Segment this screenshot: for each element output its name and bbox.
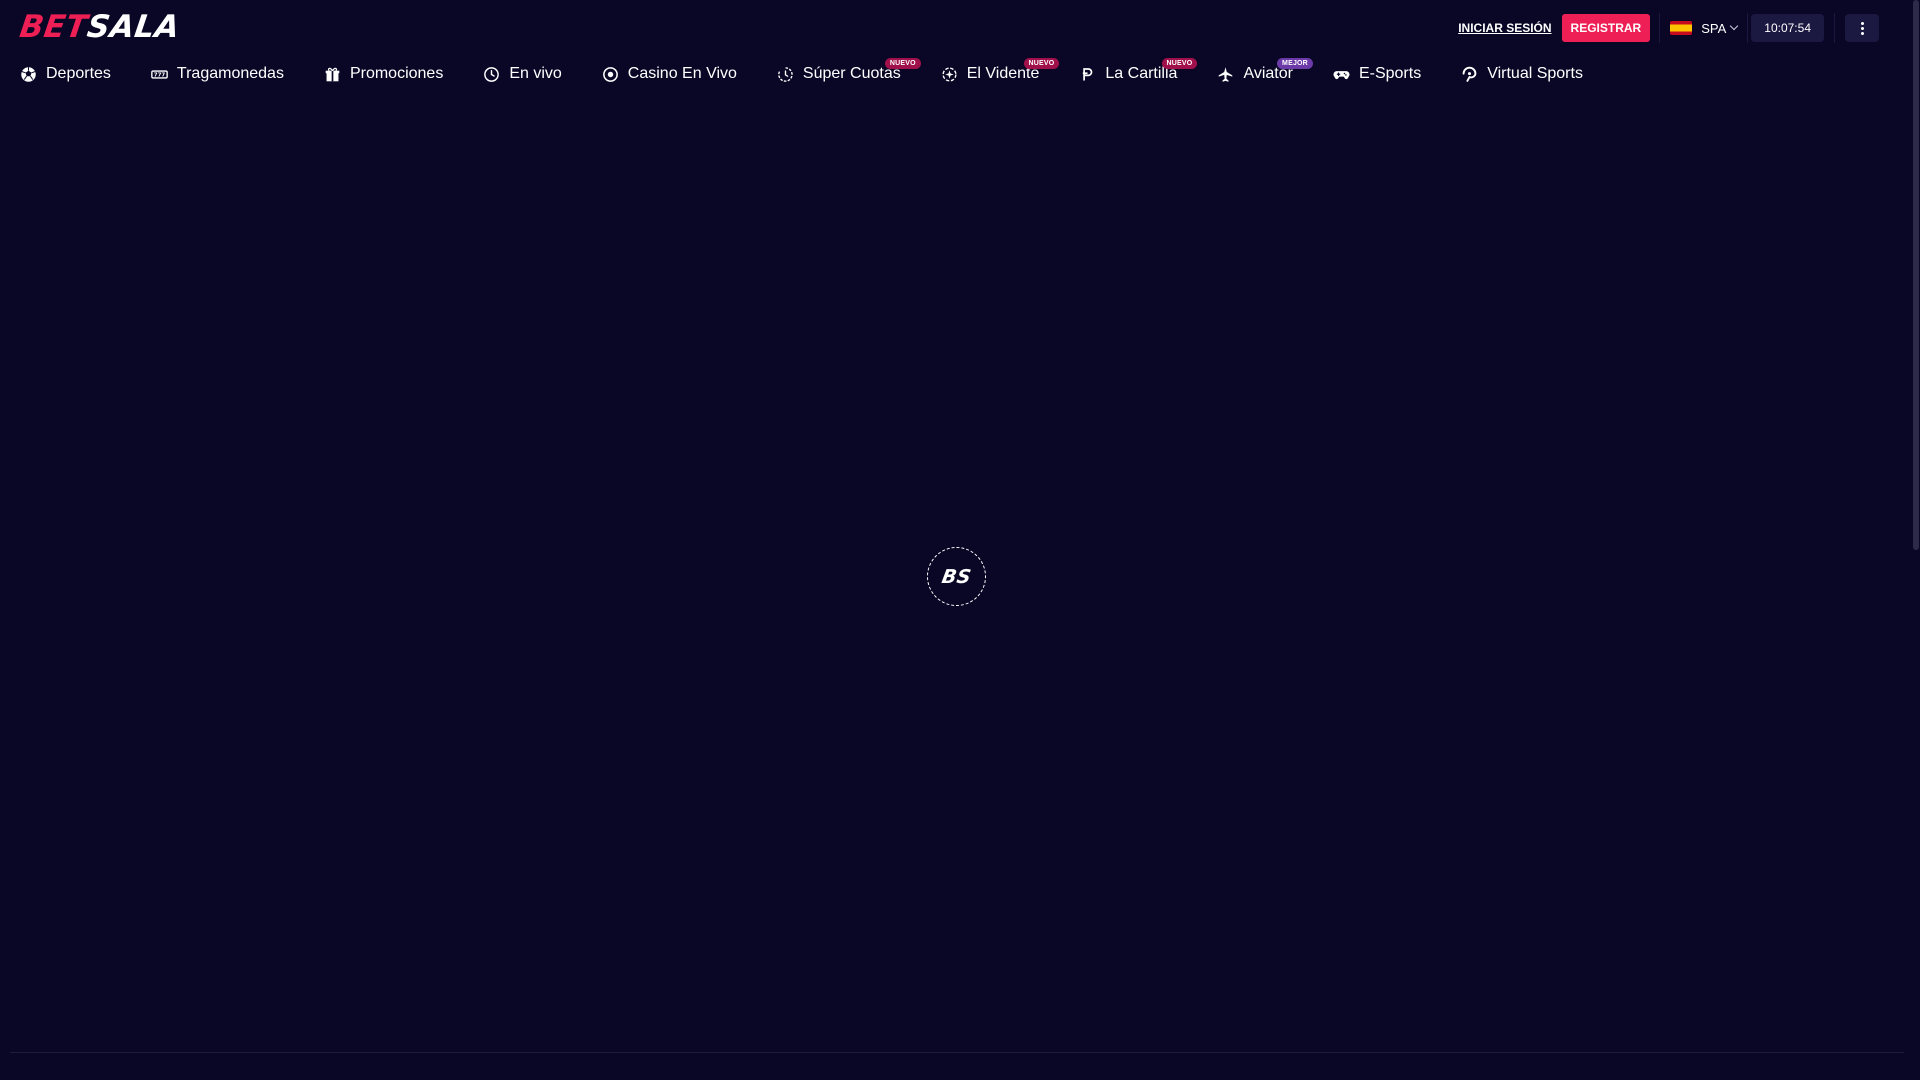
nav-item-en-vivo[interactable]: En vivo: [483, 58, 562, 90]
nav-label: E-Sports: [1358, 65, 1422, 82]
slot-machine-icon: 777: [151, 69, 168, 78]
page-scrollbar[interactable]: [1912, 0, 1920, 1080]
logo-part-bet: BET: [17, 9, 90, 45]
new-badge: NUEVO: [1161, 58, 1198, 69]
nav-item-casino-en-vivo[interactable]: Casino En Vivo: [602, 58, 737, 90]
chevron-down-icon: [1730, 21, 1739, 31]
best-badge: MEJOR: [1277, 58, 1313, 69]
nav-label: Deportes: [46, 65, 111, 82]
page: BETSALA INICIAR SESIÓN REGISTRAR SPA 10:…: [0, 0, 1920, 1080]
nav-item-super-cuotas[interactable]: Súper Cuotas NUEVO: [777, 58, 921, 90]
nav-label: Virtual Sports: [1487, 65, 1583, 82]
nav-item-aviator[interactable]: Aviator MEJOR: [1217, 58, 1313, 90]
clock-icon: [484, 66, 500, 82]
nav-item-tragamonedas[interactable]: 777 Tragamonedas: [151, 58, 284, 90]
language-code: SPA: [1701, 20, 1727, 36]
loading-spinner: BS: [927, 547, 986, 606]
new-badge: NUEVO: [884, 58, 921, 69]
gamepad-icon: [1333, 70, 1350, 79]
airplane-icon: [1219, 66, 1233, 82]
loader-logo-text: BS: [939, 565, 974, 588]
logo-part-sala: SALA: [84, 9, 183, 45]
new-badge: NUEVO: [1023, 58, 1060, 69]
nav-item-deportes[interactable]: Deportes: [20, 58, 111, 90]
clock-display: 10:07:54: [1751, 14, 1824, 42]
nav-item-el-vidente[interactable]: El Vidente NUEVO: [941, 58, 1060, 90]
casino-chip-icon: [602, 66, 618, 82]
language-selector[interactable]: SPA: [1660, 13, 1747, 43]
gift-icon: [325, 67, 340, 81]
soccer-ball-icon: [21, 66, 36, 82]
main-nav: Deportes 777 Tragamonedas Promociones En…: [0, 58, 1623, 90]
more-menu-button[interactable]: [1845, 14, 1879, 42]
header-divider: [1834, 13, 1835, 43]
header-divider: [1747, 13, 1749, 43]
kebab-menu-icon: [1860, 21, 1864, 35]
nav-label: Casino En Vivo: [627, 65, 737, 82]
spain-flag-icon: [1670, 21, 1693, 35]
scrollbar-thumb[interactable]: [1913, 0, 1919, 550]
nav-item-e-sports[interactable]: E-Sports: [1333, 58, 1421, 90]
crystal-ball-icon: [942, 66, 957, 82]
login-link[interactable]: INICIAR SESIÓN: [1458, 21, 1551, 35]
register-button[interactable]: REGISTRAR: [1561, 14, 1651, 42]
header: BETSALA INICIAR SESIÓN REGISTRAR SPA 10:…: [0, 0, 1900, 56]
nav-item-la-cartilla[interactable]: La Cartilla NUEVO: [1079, 58, 1198, 90]
betsala-logo[interactable]: BETSALA: [17, 9, 223, 45]
nav-label: Promociones: [349, 65, 444, 82]
footer-divider: [10, 1052, 1904, 1053]
nav-label: Tragamonedas: [176, 65, 284, 82]
stopwatch-icon: [778, 66, 793, 82]
nav-item-virtual-sports[interactable]: Virtual Sports: [1461, 58, 1583, 90]
svg-text:777: 777: [154, 72, 166, 78]
virtual-icon: [1462, 66, 1477, 82]
p-letter-icon: [1083, 67, 1093, 80]
header-actions: INICIAR SESIÓN REGISTRAR SPA 10:07:54: [1458, 13, 1900, 43]
nav-item-promociones[interactable]: Promociones: [324, 58, 443, 90]
nav-label: En vivo: [509, 65, 562, 82]
